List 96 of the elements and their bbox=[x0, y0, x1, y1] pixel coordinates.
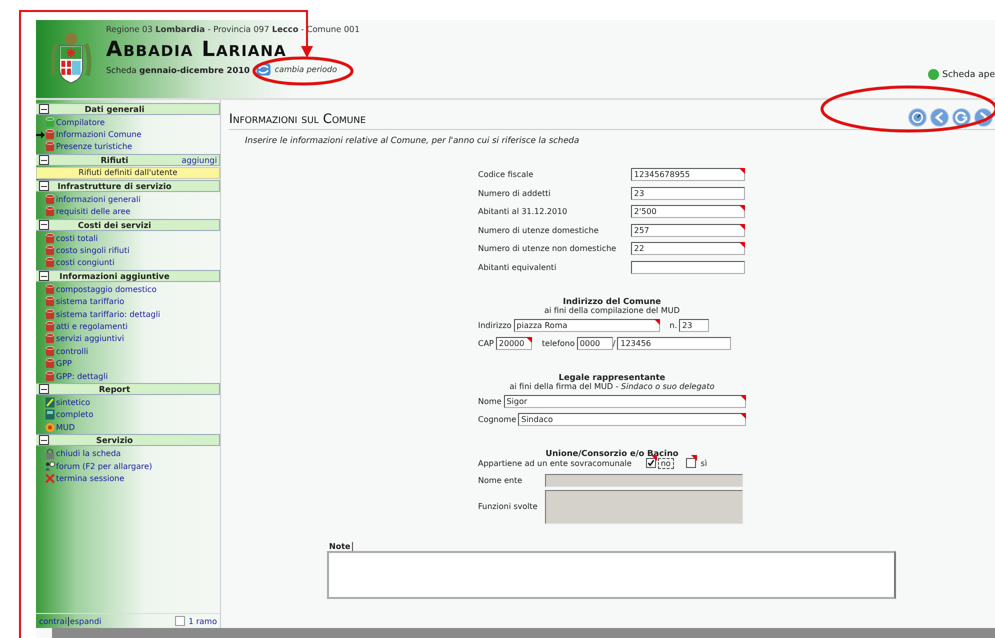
section-heading: Unione/Consorzio e/o Bacino bbox=[544, 448, 680, 458]
sidebar-link[interactable]: GPP: dettagli bbox=[56, 372, 108, 381]
add-link[interactable]: aggiungi bbox=[177, 155, 219, 166]
section-heading: Legale rappresentante bbox=[558, 372, 666, 382]
sidebar-link[interactable]: Presenze turistiche bbox=[56, 142, 132, 152]
section-title: Rifiuti bbox=[100, 155, 130, 166]
sidebar-link[interactable]: sistema tariffario bbox=[56, 297, 124, 306]
page-title: Informazioni sul Comune bbox=[229, 112, 366, 127]
question-text: Appartiene ad un ente sovracomunale bbox=[478, 458, 632, 468]
section-title: Informazioni aggiuntive bbox=[58, 271, 171, 282]
period-text: Scheda gennaio-dicembre 2010 bbox=[106, 64, 250, 74]
sidebar-link[interactable]: MUD bbox=[56, 422, 75, 432]
collapse-icon[interactable] bbox=[39, 384, 49, 394]
flower-icon bbox=[45, 422, 55, 433]
collapse-icon[interactable] bbox=[39, 104, 49, 114]
sidebar-link[interactable]: atti e regolamenti bbox=[56, 322, 128, 331]
section-title: Costi dei servizi bbox=[76, 220, 152, 230]
sidebar-link[interactable]: Compilatore bbox=[56, 118, 105, 127]
sidebar-link[interactable]: servizi aggiuntivi bbox=[56, 334, 124, 344]
field-label: Indirizzo bbox=[478, 320, 512, 330]
status-text: Scheda ape bbox=[942, 70, 995, 80]
input-field[interactable]: 23 bbox=[631, 186, 745, 200]
section-title: Dati generali bbox=[84, 104, 146, 114]
close-icon bbox=[45, 472, 55, 484]
field-label: Funzioni svolte bbox=[478, 502, 539, 511]
collapse-icon[interactable] bbox=[39, 155, 49, 166]
back-icon[interactable] bbox=[930, 108, 949, 127]
input-field[interactable]: 257 bbox=[631, 224, 745, 236]
sidebar-link[interactable]: sintetico bbox=[56, 398, 90, 407]
checkbox-label: 1 ramo bbox=[188, 616, 217, 626]
input-field[interactable]: piazza Roma bbox=[514, 318, 660, 332]
input-field[interactable]: 23 bbox=[679, 318, 710, 332]
input-field[interactable]: 0000 bbox=[576, 336, 613, 350]
required-marker bbox=[650, 454, 657, 460]
clock-icon[interactable] bbox=[908, 108, 927, 127]
collapse-icon[interactable] bbox=[39, 181, 49, 192]
sidebar-link[interactable]: informazioni generali bbox=[56, 194, 141, 204]
field-label: Cognome bbox=[478, 414, 516, 424]
input-field[interactable]: 2'500 bbox=[631, 205, 745, 218]
input-field[interactable] bbox=[631, 260, 745, 274]
section-title: Infrastrutture di servizio bbox=[56, 181, 173, 192]
field-label: Codice fiscale bbox=[478, 170, 534, 179]
location-text: Regione 03 Lombardia - Provincia 097 Lecco - Comune 001 bbox=[106, 24, 361, 34]
sidebar-link[interactable]: costo singoli rifiuti bbox=[56, 246, 130, 256]
sidebar-link[interactable]: compostaggio domestico bbox=[56, 284, 157, 294]
field-label: Numero di utenze non domestiche bbox=[478, 244, 618, 253]
refresh-icon[interactable] bbox=[952, 108, 971, 127]
field-label: Numero di utenze domestiche bbox=[478, 226, 600, 234]
people-icon bbox=[45, 460, 55, 472]
separator-text: / bbox=[612, 338, 616, 348]
document-icon bbox=[45, 409, 55, 420]
sidebar-link[interactable]: GPP bbox=[56, 359, 72, 368]
note-field[interactable] bbox=[327, 550, 896, 598]
field-label: CAP bbox=[478, 338, 494, 348]
section-subtitle: ai fini della compilazione del MUD bbox=[543, 306, 681, 314]
field-label: telefono bbox=[542, 338, 575, 348]
sidebar-link[interactable]: sistema tariffario: dettagli bbox=[56, 310, 160, 319]
sidebar-link[interactable]: forum (F2 per allargare) bbox=[56, 462, 152, 470]
collapse-icon[interactable] bbox=[39, 220, 49, 230]
sidebar-link[interactable]: completo bbox=[56, 410, 94, 420]
sidebar-link[interactable]: requisiti delle aree bbox=[56, 207, 130, 216]
intro-text: Inserire le informazioni relative al Comune, per l'anno cui si riferisce la scheda bbox=[245, 136, 580, 146]
checkbox[interactable] bbox=[175, 616, 186, 626]
input-field[interactable]: Sindaco bbox=[518, 412, 746, 426]
sidebar-link[interactable]: termina sessione bbox=[56, 474, 124, 483]
municipality-title: Abbadia Lariana bbox=[106, 37, 288, 61]
section-title: Servizio bbox=[95, 435, 134, 446]
note-item[interactable]: Rifiuti definiti dall'utente bbox=[36, 167, 220, 180]
sidebar-link[interactable]: costi congiunti bbox=[56, 258, 115, 268]
field-label: Numero di addetti bbox=[478, 188, 552, 198]
collapse-icon[interactable] bbox=[39, 271, 49, 282]
required-marker bbox=[690, 454, 697, 460]
input-field[interactable]: 12345678955 bbox=[631, 168, 745, 181]
section-heading: Indirizzo del Comune bbox=[562, 296, 662, 306]
field-label: Abitanti equivalenti bbox=[478, 262, 558, 272]
document-icon bbox=[45, 396, 55, 408]
input-field[interactable]: 22 bbox=[631, 242, 745, 255]
field-label: Nome bbox=[478, 396, 502, 406]
lock-icon bbox=[45, 448, 55, 460]
field-label: Nome ente bbox=[478, 476, 524, 484]
input-field[interactable]: Sigor bbox=[504, 394, 746, 408]
forward-icon[interactable] bbox=[974, 108, 993, 127]
section-subtitle: ai fini della firma del MUD - Sindaco o suo delegato bbox=[508, 382, 716, 390]
input-field[interactable]: 20000 bbox=[496, 336, 532, 350]
input-field[interactable]: 123456 bbox=[617, 336, 732, 350]
collapse-link[interactable]: contrai bbox=[39, 616, 67, 626]
change-period-link[interactable]: cambia periodo bbox=[274, 65, 337, 74]
sidebar-link[interactable]: controlli bbox=[56, 346, 88, 356]
sidebar-link[interactable]: costi totali bbox=[56, 234, 98, 243]
sidebar-link[interactable]: chiudi la scheda bbox=[56, 449, 121, 458]
sidebar-link[interactable]: Informazioni Comune bbox=[56, 130, 142, 140]
section-title: Report bbox=[98, 384, 132, 394]
collapse-icon[interactable] bbox=[39, 435, 49, 446]
expand-link[interactable]: espandi bbox=[70, 616, 102, 626]
field-label: Abitanti al 31.12.2010 bbox=[478, 207, 568, 216]
field-label: n. bbox=[670, 320, 678, 330]
